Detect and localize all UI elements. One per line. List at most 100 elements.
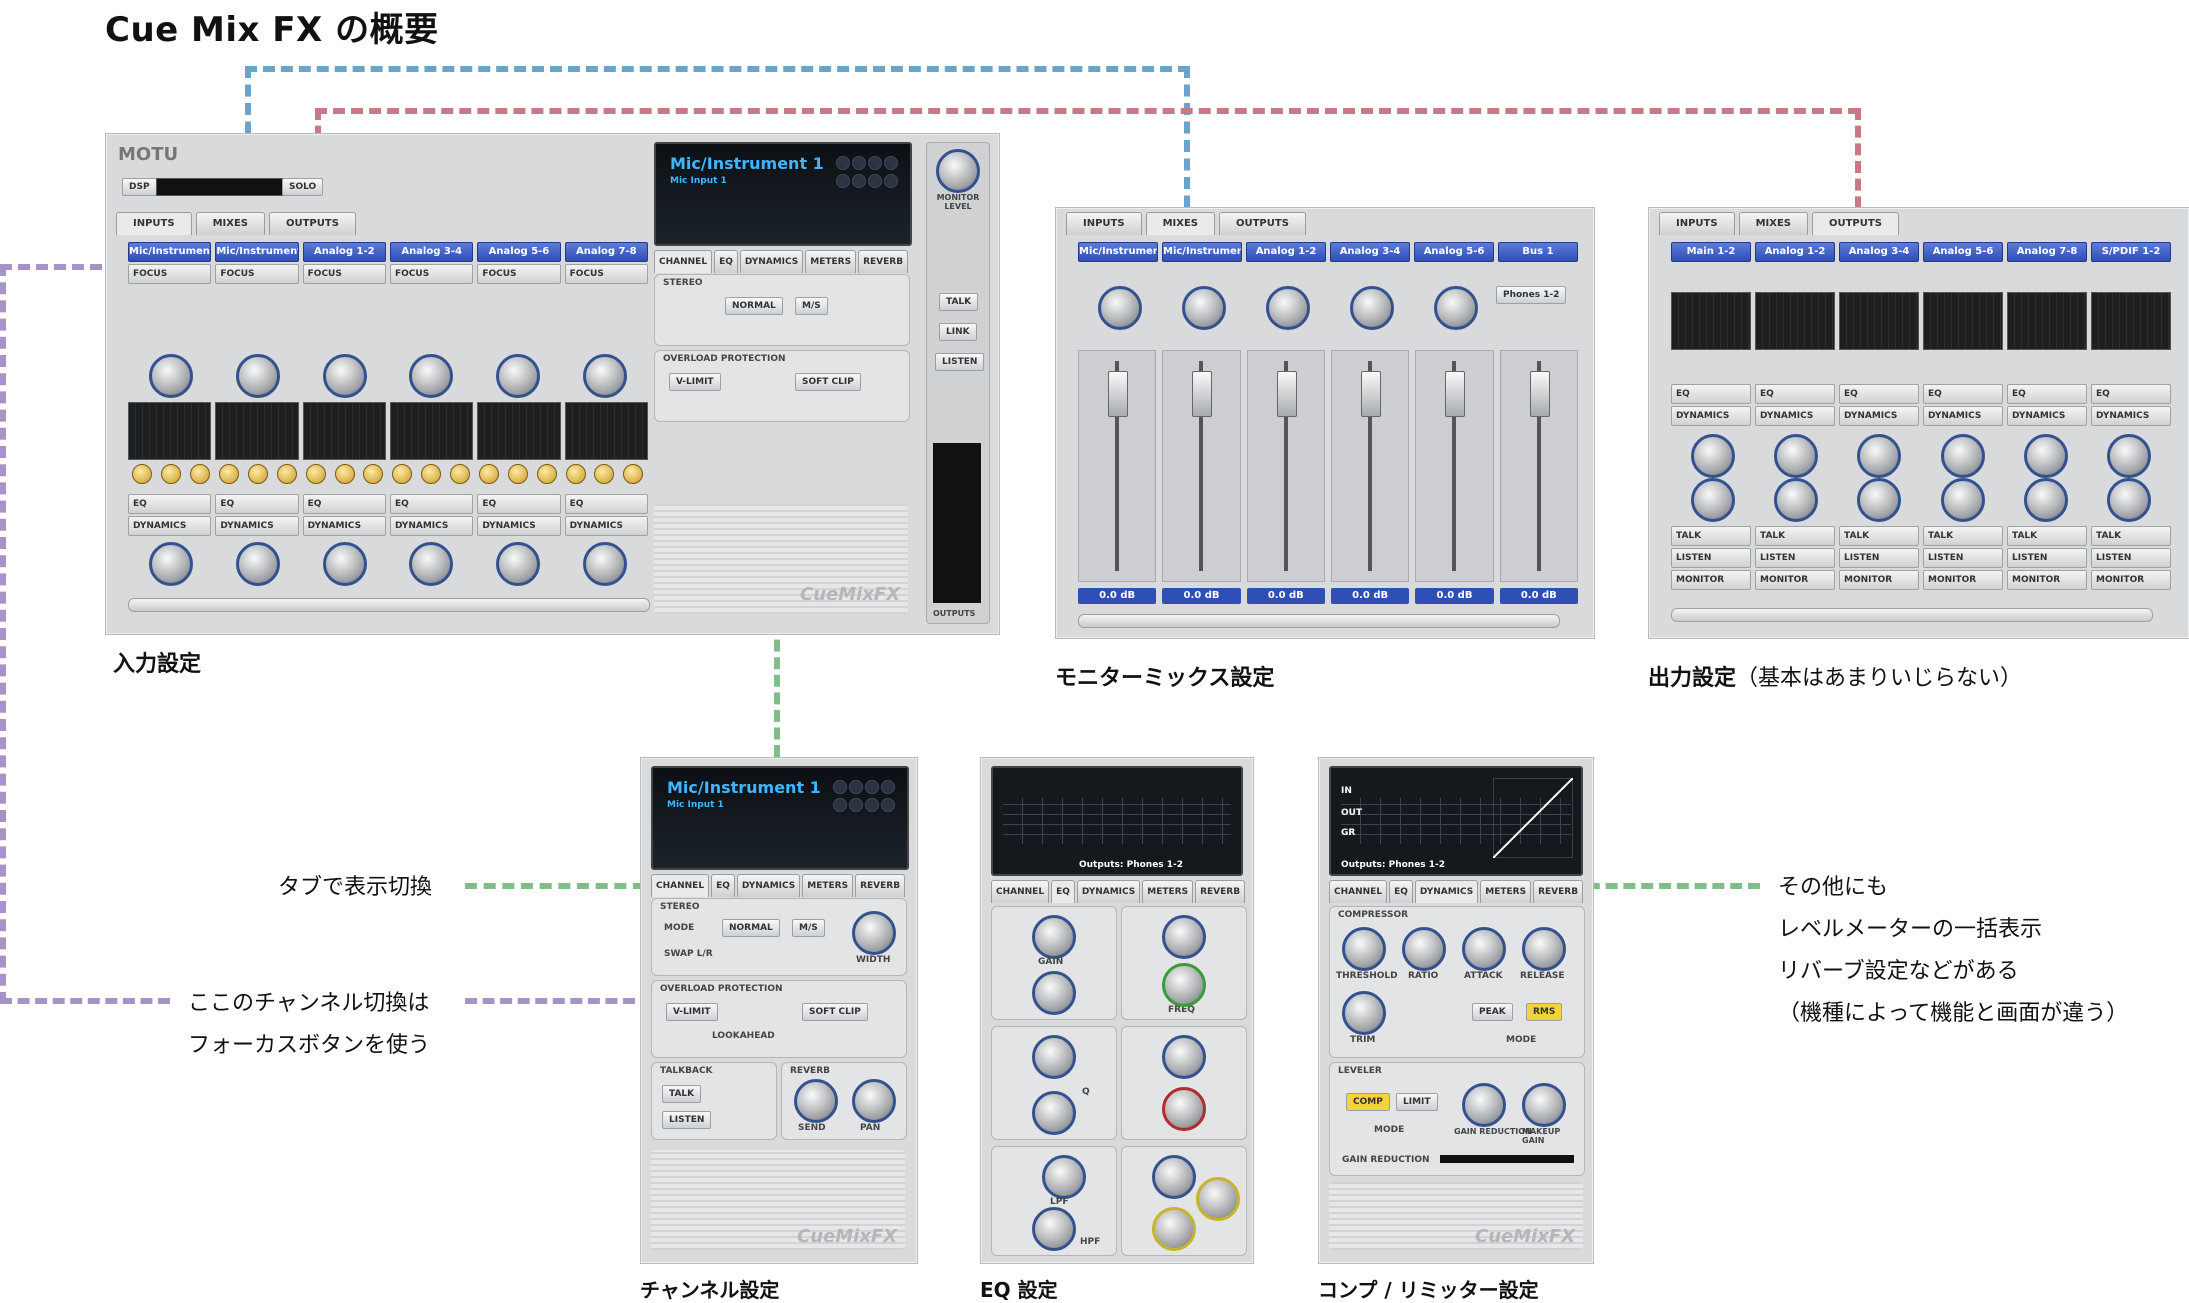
ms-button[interactable]: M/S — [792, 919, 825, 937]
tab-mixes[interactable]: MIXES — [195, 212, 265, 235]
monitor-toggle[interactable]: MONITOR — [1923, 570, 2003, 590]
focus-button[interactable]: FOCUS — [302, 264, 386, 284]
output-channel[interactable]: Analog 1-2 — [1755, 242, 1835, 262]
monitor-toggle[interactable]: MONITOR — [1671, 570, 1751, 590]
eq-toggle[interactable]: EQ — [389, 494, 474, 514]
tab-dynamics[interactable]: DYNAMICS — [1414, 880, 1479, 903]
mix-channel[interactable]: Mic/Instrument 1 — [1078, 242, 1158, 262]
monitor-toggle[interactable]: MONITOR — [1839, 570, 1919, 590]
verb-send-knob[interactable] — [2107, 434, 2152, 478]
channel-analog12[interactable]: Analog 1-2 — [302, 242, 386, 262]
listen-toggle[interactable]: LISTEN — [2091, 548, 2171, 568]
eq-toggle[interactable]: EQ — [1755, 384, 1835, 404]
tab-channel[interactable]: CHANNEL — [654, 250, 713, 273]
monitor-level-knob[interactable] — [936, 149, 980, 193]
verb-send-knob[interactable] — [1940, 434, 1985, 478]
verb-return-knob[interactable] — [2107, 478, 2152, 522]
send-knob[interactable] — [794, 1079, 838, 1123]
gain-knob[interactable] — [1162, 915, 1206, 959]
pan-knob[interactable] — [1098, 286, 1142, 330]
trim-knob[interactable] — [582, 354, 627, 398]
verb-send-knob[interactable] — [235, 542, 280, 586]
talk-toggle[interactable]: TALK — [1923, 526, 2003, 546]
tab-eq[interactable]: EQ — [714, 250, 738, 273]
q-knob[interactable] — [1162, 1087, 1206, 1131]
q-knob[interactable] — [1196, 1177, 1240, 1221]
tab-meters[interactable]: METERS — [805, 250, 857, 273]
eq-toggle[interactable]: EQ — [128, 494, 212, 514]
listen-toggle[interactable]: LISTEN — [1923, 548, 2003, 568]
attack-knob[interactable] — [1462, 927, 1506, 971]
limit-mode-button[interactable]: LIMIT — [1396, 1093, 1438, 1111]
tab-dynamics[interactable]: DYNAMICS — [1076, 880, 1141, 903]
normal-button[interactable]: NORMAL — [722, 919, 780, 937]
dynamics-toggle[interactable]: DYNAMICS — [1923, 406, 2003, 426]
listen-toggle[interactable]: LISTEN — [1839, 548, 1919, 568]
focus-button[interactable]: FOCUS — [215, 264, 299, 284]
normal-button[interactable]: NORMAL — [725, 297, 783, 315]
phones-select[interactable]: Phones 1-2 — [1496, 286, 1567, 304]
mix-channel[interactable]: Analog 3-4 — [1330, 242, 1410, 262]
channel-analog56[interactable]: Analog 5-6 — [477, 242, 561, 262]
verb-send-knob[interactable] — [495, 542, 540, 586]
width-knob[interactable] — [852, 911, 896, 955]
tab-channel[interactable]: CHANNEL — [651, 874, 710, 897]
tab-dynamics[interactable]: DYNAMICS — [739, 250, 804, 273]
tab-meters[interactable]: METERS — [1480, 880, 1532, 903]
dynamics-toggle[interactable]: DYNAMICS — [1671, 406, 1751, 426]
eq-toggle[interactable]: EQ — [1839, 384, 1919, 404]
mix-channel[interactable]: Analog 1-2 — [1246, 242, 1326, 262]
listen-toggle[interactable]: LISTEN — [1755, 548, 1835, 568]
talk-toggle[interactable]: TALK — [1839, 526, 1919, 546]
trim-knob[interactable] — [495, 354, 540, 398]
tab-inputs[interactable]: INPUTS — [1659, 212, 1735, 235]
verb-send-knob[interactable] — [322, 542, 367, 586]
output-channel[interactable]: Analog 5-6 — [1923, 242, 2003, 262]
comp-mode-button[interactable]: COMP — [1346, 1093, 1390, 1111]
focus-button[interactable]: FOCUS — [564, 264, 648, 284]
freq-knob[interactable] — [1032, 1091, 1076, 1135]
verb-return-knob[interactable] — [1857, 478, 1902, 522]
bal-knob[interactable] — [1350, 286, 1394, 330]
tab-eq[interactable]: EQ — [711, 874, 735, 897]
verb-send-knob[interactable] — [2023, 434, 2068, 478]
input-eq-knobs[interactable] — [128, 464, 648, 484]
verb-return-knob[interactable] — [1690, 478, 1735, 522]
verb-send-knob[interactable] — [582, 542, 627, 586]
output-scrollbar[interactable] — [1671, 608, 2153, 622]
eq-toggle[interactable]: EQ — [2007, 384, 2087, 404]
dynamics-toggle[interactable]: DYNAMICS — [2007, 406, 2087, 426]
talk-toggle[interactable]: TALK — [1755, 526, 1835, 546]
gain-knob[interactable] — [1152, 1155, 1196, 1199]
verb-return-knob[interactable] — [2023, 478, 2068, 522]
threshold-knob[interactable] — [1342, 927, 1386, 971]
listen-toggle[interactable]: LISTEN — [2007, 548, 2087, 568]
mix-channel[interactable]: Analog 5-6 — [1414, 242, 1494, 262]
softclip-button[interactable]: SOFT CLIP — [802, 1003, 868, 1021]
mix-channel[interactable]: Bus 1 — [1498, 242, 1578, 262]
verb-send-knob[interactable] — [1690, 434, 1735, 478]
trim-knob[interactable] — [149, 354, 194, 398]
dynamics-toggle[interactable]: DYNAMICS — [1839, 406, 1919, 426]
channel-analog34[interactable]: Analog 3-4 — [389, 242, 474, 262]
gain-knob[interactable] — [1162, 1035, 1206, 1079]
eq-toggle[interactable]: EQ — [1923, 384, 2003, 404]
output-channel[interactable]: Main 1-2 — [1671, 242, 1751, 262]
dynamics-toggle[interactable]: DYNAMICS — [477, 516, 561, 536]
tab-mixes[interactable]: MIXES — [1738, 212, 1808, 235]
gain-knob[interactable] — [1032, 1035, 1076, 1079]
vlimit-button[interactable]: V-LIMIT — [669, 373, 721, 391]
output-channel[interactable]: Analog 7-8 — [2007, 242, 2087, 262]
tab-reverb[interactable]: REVERB — [1195, 880, 1246, 903]
verb-send-knob[interactable] — [1773, 434, 1818, 478]
tab-reverb[interactable]: REVERB — [855, 874, 906, 897]
output-channel[interactable]: Analog 3-4 — [1839, 242, 1919, 262]
verb-send-knob[interactable] — [1857, 434, 1902, 478]
eq-toggle[interactable]: EQ — [477, 494, 561, 514]
mix-channel[interactable]: Mic/Instrument 2 — [1162, 242, 1242, 262]
input-scrollbar[interactable] — [128, 598, 650, 612]
talk-toggle[interactable]: TALK — [1671, 526, 1751, 546]
trim-knob[interactable] — [1342, 991, 1386, 1035]
bal-knob[interactable] — [1266, 286, 1310, 330]
focus-button[interactable]: FOCUS — [477, 264, 561, 284]
